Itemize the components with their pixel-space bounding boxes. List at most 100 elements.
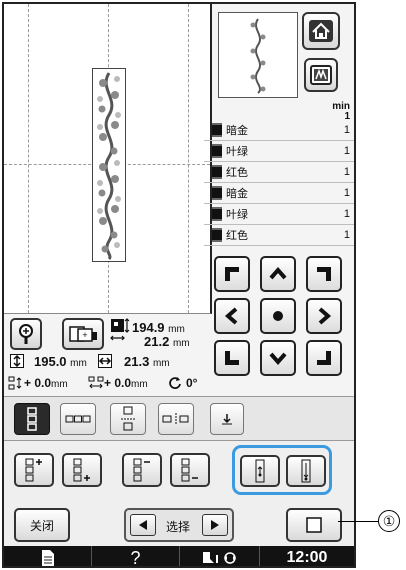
color-minutes: 1 xyxy=(343,124,350,136)
tab-horizontal-spacing[interactable] xyxy=(158,403,194,435)
magnify-button[interactable] xyxy=(10,318,42,350)
vertical-spacing-icon xyxy=(8,376,22,390)
embroidery-preview-area xyxy=(4,4,212,314)
repeat-function-row xyxy=(4,440,354,498)
pattern-height-value: 194.9 xyxy=(132,320,165,335)
move-down-left-button[interactable] xyxy=(214,340,250,376)
thread-mark-end-icon xyxy=(301,459,311,483)
thumbnail-graphic xyxy=(250,18,266,94)
thread-spool-icon xyxy=(212,144,222,158)
color-name: 叶绿 xyxy=(226,209,248,221)
magnifier-icon xyxy=(19,324,33,344)
rotate-icon xyxy=(169,377,181,389)
remove-top-button[interactable] xyxy=(122,453,162,487)
move-up-left-button[interactable] xyxy=(214,256,250,292)
remove-repeat-bottom-icon xyxy=(181,458,198,482)
thread-mark-end-button[interactable] xyxy=(286,455,326,487)
chevron-left-icon xyxy=(224,307,238,325)
color-row[interactable]: 暗金 1 xyxy=(204,120,354,141)
height-value: 195.0 xyxy=(34,354,67,369)
color-row[interactable]: 暗金 1 xyxy=(204,183,354,204)
tab-vertical-spacing[interactable] xyxy=(110,403,146,435)
pattern-thumbnail xyxy=(218,12,298,98)
color-row[interactable]: 红色 1 xyxy=(204,162,354,183)
cancel-mark-button[interactable] xyxy=(286,508,342,542)
chevron-right-icon xyxy=(318,307,332,325)
vertical-spacing-unit: mm xyxy=(51,379,68,390)
close-button[interactable]: 关闭 xyxy=(14,508,70,542)
rotation-angle: 0° xyxy=(186,376,198,390)
vertical-layout-icon xyxy=(27,407,37,431)
move-arrow-pad xyxy=(204,252,354,380)
clock-time: 12:00 xyxy=(286,549,328,566)
move-right-button[interactable] xyxy=(306,298,342,334)
callout-number: ① xyxy=(378,510,400,532)
grid-line xyxy=(188,4,189,313)
vertical-size-icon xyxy=(10,354,24,368)
tab-download[interactable] xyxy=(210,403,244,435)
horizontal-size-icon xyxy=(98,354,112,368)
move-down-right-button[interactable] xyxy=(306,340,342,376)
color-row[interactable]: 叶绿 1 xyxy=(204,204,354,225)
grid-line xyxy=(28,4,29,313)
corner-down-right-icon xyxy=(317,351,331,365)
embroidery-screen: min 1 暗金 1 叶绿 1 红色 1 暗金 1 叶绿 1 红色 1 + 19… xyxy=(2,2,356,568)
pattern-frame xyxy=(92,68,126,262)
corner-down-left-icon xyxy=(225,351,239,365)
add-top-button[interactable] xyxy=(14,453,54,487)
tab-horizontal-layout[interactable] xyxy=(60,403,96,435)
thread-mark-center-button[interactable] xyxy=(240,455,280,487)
sensor-button[interactable] xyxy=(180,546,260,566)
preview-icon: + xyxy=(69,326,97,342)
horizontal-spacing-readout: + 0.0mm xyxy=(104,376,148,390)
time-header: min 1 xyxy=(332,102,350,122)
pattern-width-value: 21.2 xyxy=(144,334,170,349)
remove-bottom-button[interactable] xyxy=(170,453,210,487)
color-name: 暗金 xyxy=(226,188,248,200)
corner-up-right-icon xyxy=(317,267,331,281)
home-icon xyxy=(309,20,333,42)
move-up-right-button[interactable] xyxy=(306,256,342,292)
color-row[interactable]: 红色 1 xyxy=(204,225,354,246)
vertical-spacing-readout: + 0.0mm xyxy=(24,376,68,390)
help-icon: ? xyxy=(130,547,141,568)
presser-foot-sensor-icon xyxy=(202,552,236,564)
move-up-button[interactable] xyxy=(260,256,296,292)
document-button[interactable] xyxy=(4,546,92,566)
move-center-button[interactable] xyxy=(260,298,296,334)
embroidery-mode-button[interactable] xyxy=(304,58,338,92)
select-label: 选择 xyxy=(166,520,191,534)
square-icon xyxy=(306,517,322,533)
select-next-button[interactable] xyxy=(202,514,228,536)
move-left-button[interactable] xyxy=(214,298,250,334)
horizontal-layout-icon xyxy=(65,415,91,423)
svg-text:+: + xyxy=(82,330,87,340)
pattern-width-readout: 21.2 mm xyxy=(144,334,190,349)
width-unit: mm xyxy=(152,358,170,369)
pattern-info-area: + 194.9 mm 21.2 mm 195.0 mm 21.3 mm + 0.… xyxy=(4,314,204,396)
preview-button[interactable]: + xyxy=(62,318,104,350)
color-minutes: 1 xyxy=(343,208,350,220)
pattern-select-group: 选择 xyxy=(124,508,234,542)
help-button[interactable]: ? xyxy=(92,546,180,568)
vertical-spacing-tab-icon xyxy=(121,406,135,431)
horizontal-spacing-icon xyxy=(88,376,104,389)
thread-spool-icon xyxy=(212,165,222,179)
thread-spool-icon xyxy=(212,228,222,242)
color-name: 红色 xyxy=(226,230,248,242)
color-name: 叶绿 xyxy=(226,146,248,158)
center-dot-icon xyxy=(273,311,283,321)
pattern-size-icon xyxy=(110,318,130,341)
status-bar: ? 12:00 xyxy=(4,546,354,568)
horizontal-spacing-tab-icon xyxy=(162,413,189,425)
chevron-down-icon xyxy=(269,352,287,366)
color-row[interactable]: 叶绿 1 xyxy=(204,141,354,162)
border-pattern-graphic xyxy=(97,72,121,261)
move-down-button[interactable] xyxy=(260,340,296,376)
select-previous-button[interactable] xyxy=(130,514,156,536)
home-button[interactable] xyxy=(302,12,340,50)
thread-spool-icon xyxy=(212,207,222,221)
horizontal-spacing-unit: mm xyxy=(131,379,148,390)
tab-vertical-layout[interactable] xyxy=(14,403,50,435)
add-bottom-button[interactable] xyxy=(62,453,102,487)
